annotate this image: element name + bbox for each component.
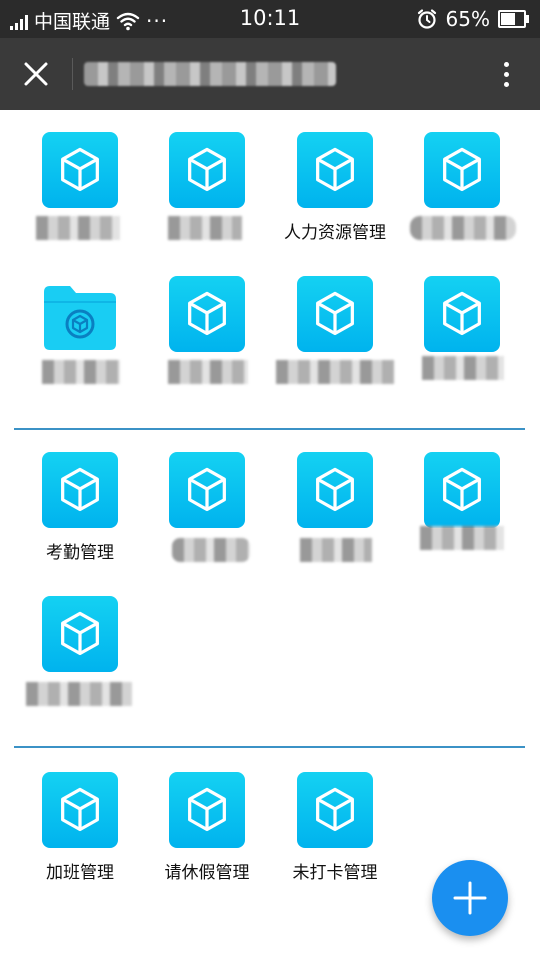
app-tile-10[interactable]: [142, 452, 272, 582]
add-button[interactable]: [432, 860, 508, 936]
redacted-label: [276, 360, 394, 384]
app-label: 考勤管理: [46, 543, 114, 563]
app-label: 请休假管理: [164, 863, 250, 883]
redacted-label: [300, 538, 372, 562]
plus-icon: [453, 881, 487, 915]
cube-icon: [42, 132, 118, 208]
redacted-label: [36, 216, 120, 240]
close-button[interactable]: [14, 52, 58, 96]
title-bar: [0, 38, 540, 110]
app-tile-attendance-management[interactable]: 考勤管理: [15, 452, 145, 582]
cube-icon: [169, 452, 245, 528]
battery-percent: 65%: [445, 7, 490, 31]
title-divider: [72, 58, 73, 90]
cube-icon: [297, 276, 373, 352]
cube-icon: [424, 452, 500, 528]
cube-icon: [297, 132, 373, 208]
status-right: 65%: [416, 7, 529, 31]
app-tile-leave-management[interactable]: 请休假管理: [142, 772, 272, 902]
folder-icon: [44, 286, 116, 350]
cube-icon: [169, 276, 245, 352]
app-folder-tile[interactable]: [15, 276, 145, 406]
app-tile-4[interactable]: [397, 132, 527, 262]
redacted-label: [168, 216, 242, 240]
battery-level: [501, 13, 516, 25]
cube-icon: [42, 596, 118, 672]
more-menu-button[interactable]: [486, 54, 526, 94]
app-tile-8[interactable]: [397, 276, 527, 406]
close-icon: [24, 62, 48, 86]
app-tile-overtime-management[interactable]: 加班管理: [15, 772, 145, 902]
app-label: 加班管理: [46, 863, 114, 883]
app-tile-11[interactable]: [270, 452, 400, 582]
app-label: 未打卡管理: [292, 863, 378, 883]
alarm-icon: [417, 9, 436, 29]
cube-icon: [42, 772, 118, 848]
app-screen: 中国联通 ··· 10:11 65% 人力资源管理 考勤管理 加班管理 请休假管…: [0, 0, 540, 960]
cube-icon: [169, 132, 245, 208]
more-vertical-icon: [503, 61, 509, 67]
app-tile-1[interactable]: [15, 132, 145, 262]
app-tile-missed-punch-management[interactable]: 未打卡管理: [270, 772, 400, 902]
app-tile-hr-management[interactable]: 人力资源管理: [270, 132, 400, 262]
redacted-label: [26, 682, 132, 706]
redacted-label: [172, 538, 250, 562]
redacted-label: [410, 216, 516, 240]
battery-icon: [498, 10, 529, 28]
redacted-label: [420, 526, 504, 550]
app-label: 人力资源管理: [284, 223, 386, 243]
cube-icon: [424, 132, 500, 208]
app-tile-6[interactable]: [142, 276, 272, 406]
redacted-label: [422, 356, 504, 380]
status-bar: 中国联通 ··· 10:11 65%: [0, 0, 540, 38]
page-title-redacted: [84, 62, 336, 86]
redacted-label: [42, 360, 120, 384]
redacted-label: [168, 360, 248, 384]
cube-icon: [169, 772, 245, 848]
cube-icon: [297, 772, 373, 848]
cube-icon: [297, 452, 373, 528]
app-tile-13[interactable]: [15, 596, 145, 726]
section-divider: [14, 428, 525, 430]
app-tile-7[interactable]: [270, 276, 400, 406]
app-tile-2[interactable]: [142, 132, 272, 262]
app-tile-12[interactable]: [397, 452, 527, 582]
cube-icon: [42, 452, 118, 528]
section-divider: [14, 746, 525, 748]
cube-icon: [424, 276, 500, 352]
